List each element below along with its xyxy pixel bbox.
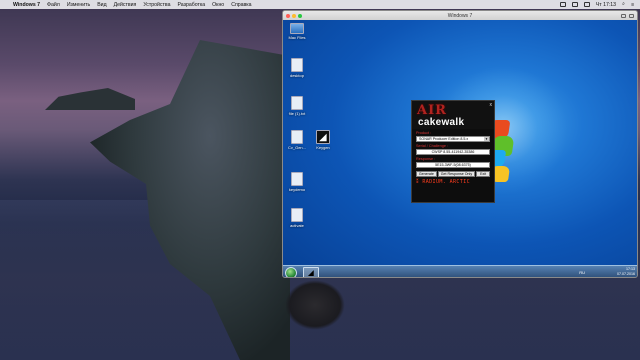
taskbar-date: 07.07.2016 [617,272,635,276]
menu-file[interactable]: Файл [47,2,60,8]
desktop-icon-mac-files[interactable]: Mac Files [283,23,311,40]
keygen-buttons: Generate Get Response Only Exit [416,171,491,177]
computer-icon [290,23,304,34]
generate-button[interactable]: Generate [416,171,437,177]
language-indicator[interactable]: RU [579,270,585,275]
air-logo: AIR [417,103,447,118]
product-label: Product : [416,131,432,135]
response-label: Response : [416,157,436,161]
headland-scenery [45,88,135,110]
desktop-icon-label: Cv_Gen... [287,145,306,150]
file-icon [291,130,303,144]
menu-edit[interactable]: Изменить [67,2,90,8]
mac-menu-bar: Windows 7 Файл Изменить Вид Действия Уст… [0,0,640,9]
menu-tray: Чт 17:13 ⌕ ≡ [559,1,634,8]
menu-help[interactable]: Справка [231,2,251,8]
desktop-icon-label: activate [290,223,304,228]
taskbar-keygen-app[interactable]: ◢ [303,267,319,277]
rocks-scenery [285,280,345,330]
control-center-icon[interactable]: ≡ [631,2,634,8]
desktop-icon-keygen[interactable]: ◢ Keygen [309,130,337,150]
start-button[interactable] [285,267,297,277]
response-input[interactable]: 5E15-3WF-5(08.6375) [416,162,490,168]
product-select[interactable]: SONAR Producer Edition 8.5.x ▼ [416,136,490,142]
file-icon [291,172,303,186]
get-response-button[interactable]: Get Response Only [437,171,476,177]
desktop-icon-activate[interactable]: activate [283,208,311,228]
serial-label: Serial / Challenge : [416,144,449,148]
windows-taskbar: ◢ RU 17:13 07.07.2016 [283,265,637,277]
desktop-icon-keydemo[interactable]: keydemo [283,172,311,192]
radium-footer-text: RADIUM. ARCTIC [422,179,471,185]
vm-title: Windows 7 [447,12,473,19]
file-icon [291,208,303,222]
desktop-icon-cv-gen[interactable]: Cv_Gen... [283,130,311,150]
desktop-icon-label: Keygen [316,145,330,150]
desktop-icon-file[interactable]: file (1).txt [283,96,311,116]
taskbar-clock[interactable]: 17:13 07.07.2016 [617,267,635,277]
file-icon [291,96,303,110]
exit-button[interactable]: Exit [476,171,491,177]
radium-footer: ⁑ RADIUM. ARCTIC [412,179,494,185]
display-icon[interactable] [559,2,566,7]
menu-actions[interactable]: Действия [114,2,137,8]
cakewalk-app-icon: ◢ [316,130,330,144]
desktop-icon-label: file (1).txt [288,111,306,116]
serial-input[interactable]: CWSP 8.55-411942-35386 [416,149,490,155]
menu-view[interactable]: Вид [97,2,106,8]
desktop-icon-label: Mac Files [288,35,306,40]
vm-titlebar[interactable]: Windows 7 [283,11,637,20]
battery-icon[interactable] [571,2,578,7]
windows-desktop: Mac Files desktop file (1).txt Cv_Gen...… [283,20,637,277]
menu-app-name[interactable]: Windows 7 [13,2,40,8]
chevron-down-icon[interactable]: ▼ [484,137,489,141]
menu-develop[interactable]: Разработка [177,2,205,8]
desktop-icon-desktop[interactable]: desktop [283,58,311,78]
search-icon[interactable]: ⌕ [622,1,625,8]
keygen-window: AIR x cakewalk Product : SONAR Producer … [411,100,495,203]
wifi-icon[interactable] [583,2,590,7]
menu-devices[interactable]: Устройства [143,2,170,8]
close-icon[interactable]: x [490,102,493,108]
desktop-icon-label: desktop [289,73,304,78]
file-icon [291,58,303,72]
menu-clock[interactable]: Чт 17:13 [596,2,616,8]
cakewalk-brand: cakewalk [418,117,465,128]
desktop-icon-label: keydemo [288,187,306,192]
vm-window: Windows 7 Mac Files desktop file (1).txt… [282,10,638,278]
product-select-value: SONAR Producer Edition 8.5.x [419,137,469,141]
menu-window[interactable]: Окно [212,2,224,8]
keygen-header[interactable]: AIR x cakewalk [412,101,494,129]
